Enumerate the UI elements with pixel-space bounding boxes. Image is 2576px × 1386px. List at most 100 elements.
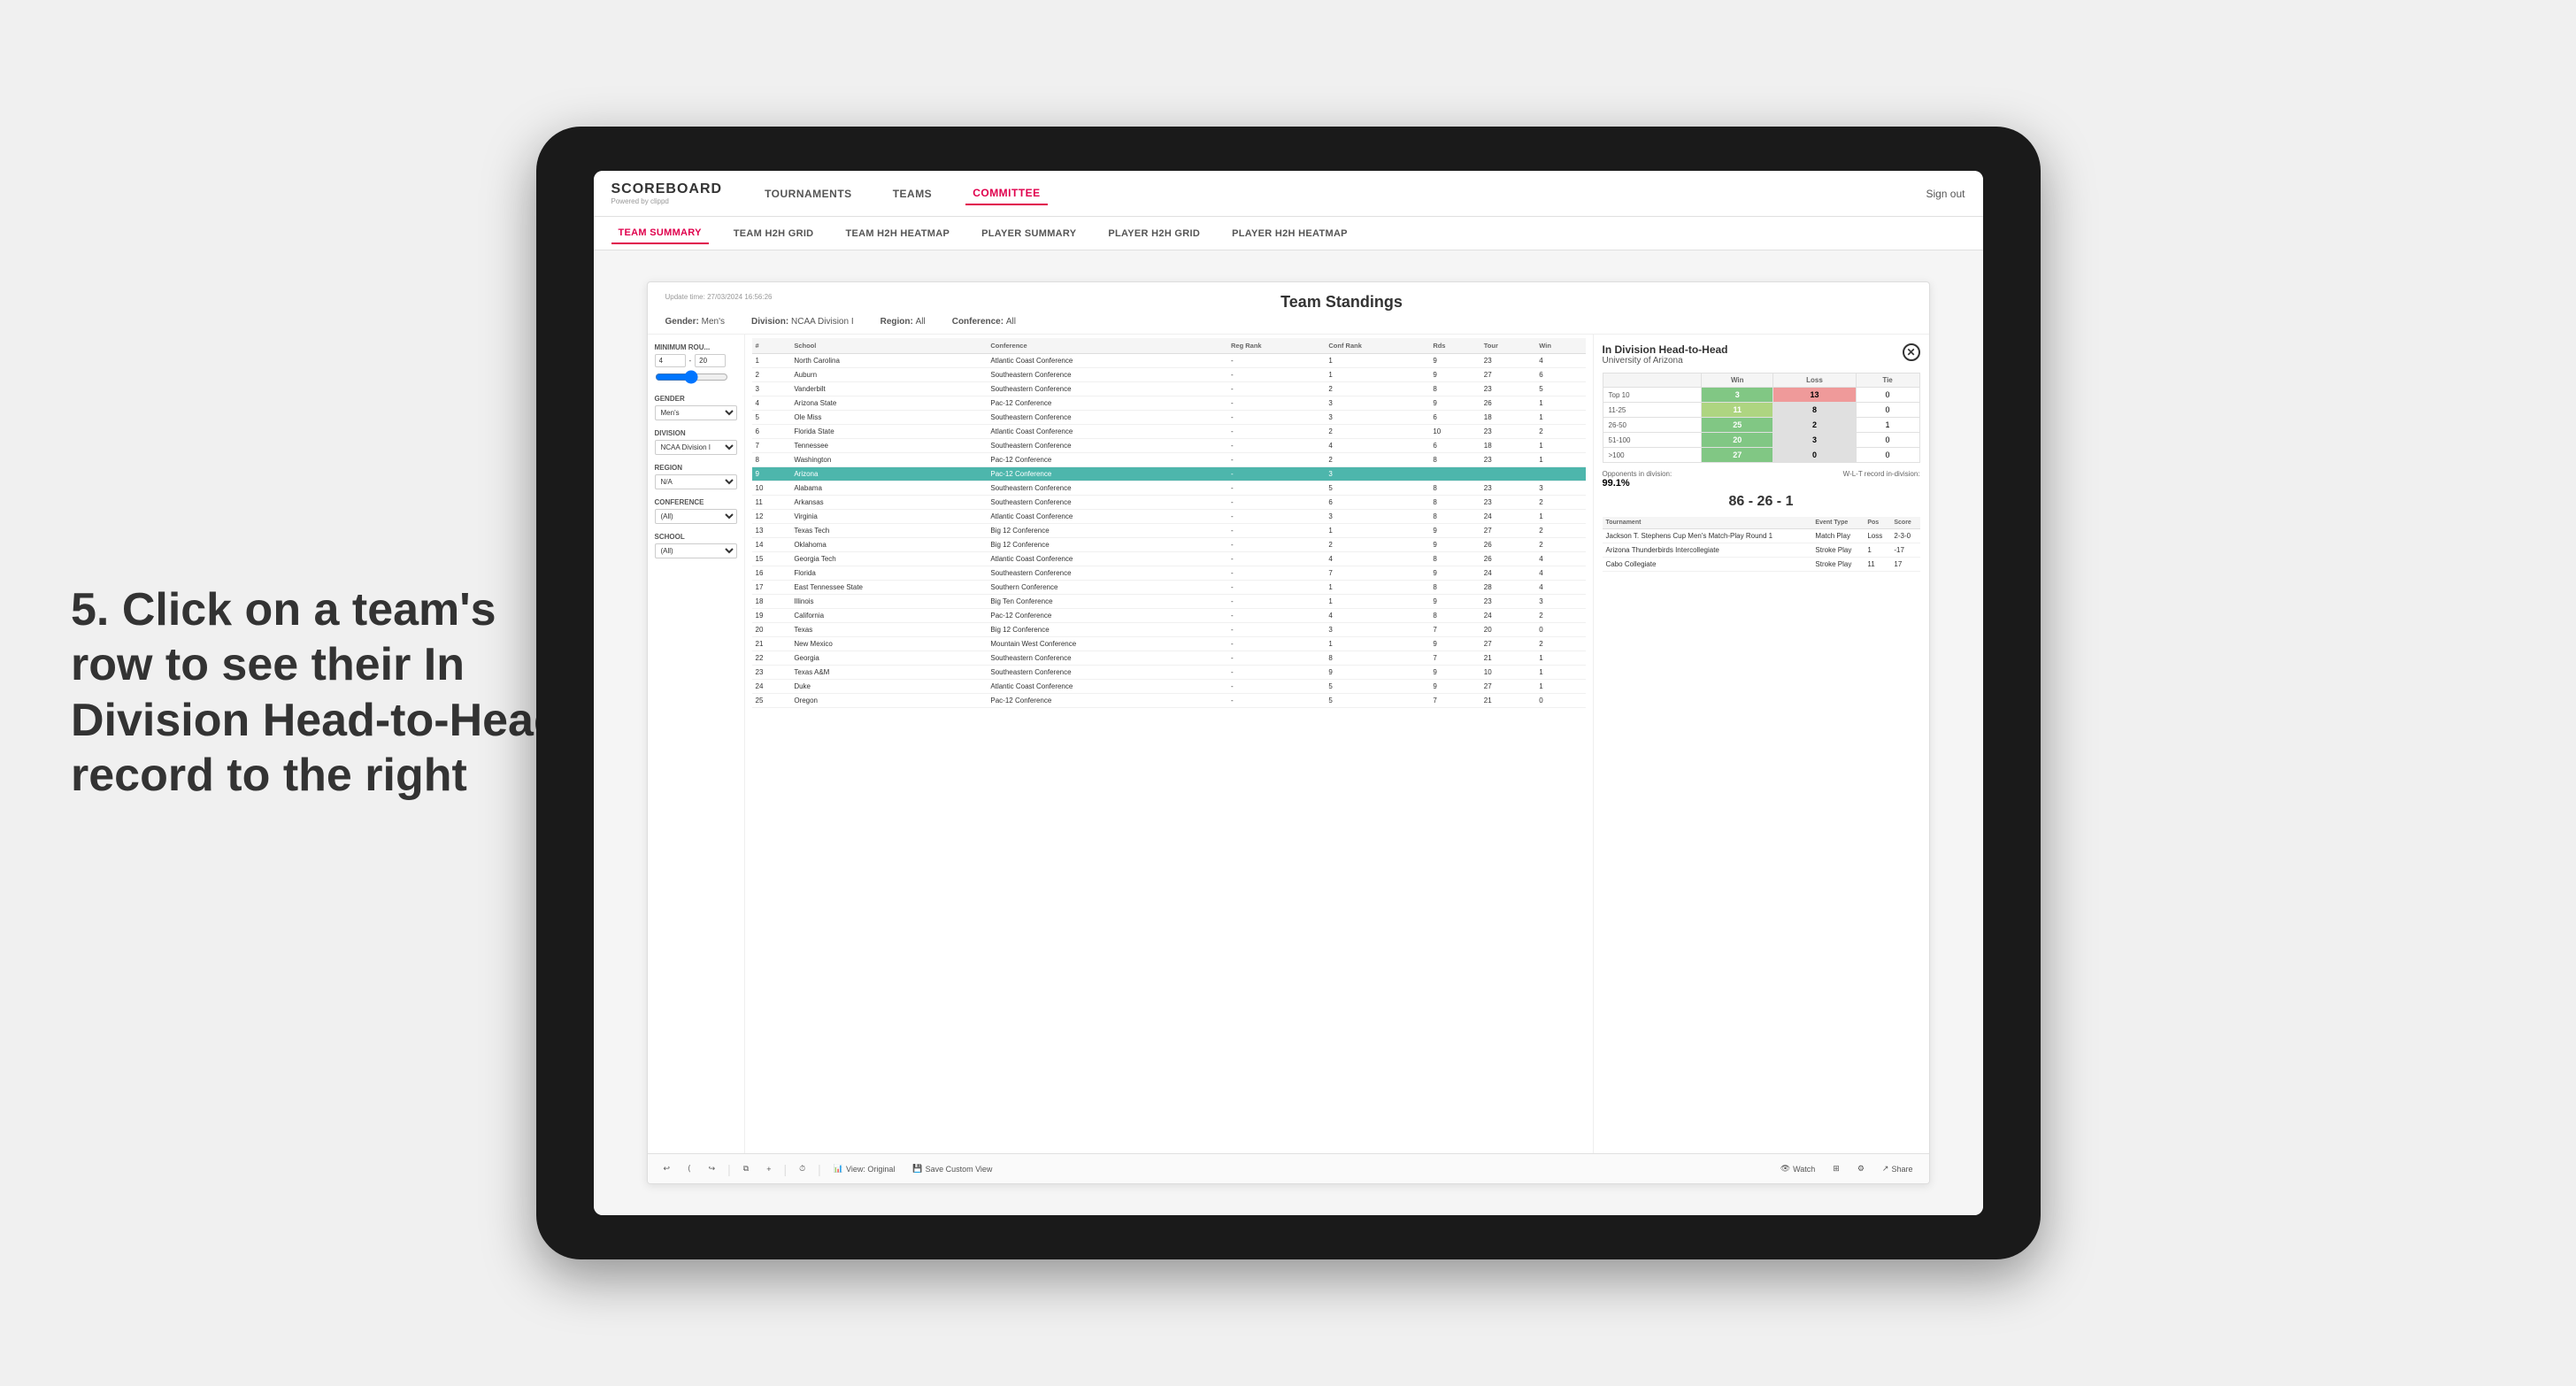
table-row[interactable]: 3 Vanderbilt Southeastern Conference - 2… [752, 382, 1586, 397]
share-button[interactable]: ↗ Share [1877, 1161, 1919, 1176]
cell-conference: Southeastern Conference [987, 496, 1227, 510]
filter-school: School (All) [655, 533, 737, 558]
cell-conf-rank: 4 [1325, 439, 1429, 453]
standings-table: # School Conference Reg Rank Conf Rank R… [752, 338, 1586, 708]
undo-button[interactable]: ↩ [658, 1161, 676, 1176]
table-row[interactable]: 8 Washington Pac-12 Conference - 2 8 23 … [752, 453, 1586, 467]
col-rds: Rds [1429, 338, 1480, 354]
table-row[interactable]: 14 Oklahoma Big 12 Conference - 2 9 26 2 [752, 538, 1586, 552]
view-original-button[interactable]: 📊 View: Original [828, 1161, 901, 1176]
cell-tour: 26 [1480, 538, 1535, 552]
table-row[interactable]: 24 Duke Atlantic Coast Conference - 5 9 … [752, 680, 1586, 694]
filter-max-input[interactable] [695, 354, 726, 367]
cell-tour: 27 [1480, 368, 1535, 382]
step-back-button[interactable]: ⟨ [682, 1161, 696, 1176]
h2h-col-tie: Tie [1856, 373, 1919, 388]
sign-out-button[interactable]: Sign out [1926, 188, 1965, 200]
cell-win: 1 [1535, 510, 1585, 524]
tournament-section: Tournament Event Type Pos Score Jackson … [1603, 517, 1920, 572]
cell-conf-rank: 3 [1325, 397, 1429, 411]
table-row[interactable]: 5 Ole Miss Southeastern Conference - 3 6… [752, 411, 1586, 425]
bottom-toolbar: ↩ ⟨ ↪ | ⧉ + | ⏱ | 📊 View: Original 💾 Sav… [648, 1153, 1929, 1183]
cell-tour: 24 [1480, 566, 1535, 581]
settings-button[interactable]: ⚙ [1852, 1161, 1870, 1176]
table-row[interactable]: 9 Arizona Pac-12 Conference - 3 [752, 467, 1586, 481]
cell-reg-rank: - [1227, 397, 1325, 411]
cell-conf-rank: 6 [1325, 496, 1429, 510]
table-row[interactable]: 13 Texas Tech Big 12 Conference - 1 9 27… [752, 524, 1586, 538]
cell-rds: 9 [1429, 368, 1480, 382]
table-row[interactable]: 19 California Pac-12 Conference - 4 8 24… [752, 609, 1586, 623]
table-row[interactable]: 12 Virginia Atlantic Coast Conference - … [752, 510, 1586, 524]
cell-conf-rank: 3 [1325, 411, 1429, 425]
table-row[interactable]: 2 Auburn Southeastern Conference - 1 9 2… [752, 368, 1586, 382]
nav-tournaments[interactable]: TOURNAMENTS [757, 183, 859, 204]
table-row[interactable]: 25 Oregon Pac-12 Conference - 5 7 21 0 [752, 694, 1586, 708]
cell-rank: 8 [752, 453, 791, 467]
table-row[interactable]: 11 Arkansas Southeastern Conference - 6 … [752, 496, 1586, 510]
cell-rank: 7 [752, 439, 791, 453]
table-row[interactable]: 6 Florida State Atlantic Coast Conferenc… [752, 425, 1586, 439]
cell-tour: 21 [1480, 651, 1535, 666]
save-custom-button[interactable]: 💾 Save Custom View [907, 1161, 997, 1176]
cell-conf-rank: 3 [1325, 467, 1429, 481]
copy-button[interactable]: ⧉ [738, 1161, 754, 1176]
cell-win: 2 [1535, 637, 1585, 651]
filter-region-select[interactable]: N/A All [655, 474, 737, 489]
cell-win: 2 [1535, 538, 1585, 552]
cell-conference: Big 12 Conference [987, 538, 1227, 552]
add-button[interactable]: + [761, 1162, 776, 1176]
h2h-cell-win: 3 [1702, 388, 1773, 403]
subnav-player-h2h-grid[interactable]: PLAYER H2H GRID [1101, 224, 1207, 243]
cell-win: 0 [1535, 694, 1585, 708]
table-row[interactable]: 4 Arizona State Pac-12 Conference - 3 9 … [752, 397, 1586, 411]
subnav-team-h2h-heatmap[interactable]: TEAM H2H HEATMAP [838, 224, 957, 243]
cell-rds: 7 [1429, 651, 1480, 666]
h2h-cell-tie: 0 [1856, 388, 1919, 403]
filter-min-input[interactable] [655, 354, 686, 367]
table-row[interactable]: 21 New Mexico Mountain West Conference -… [752, 637, 1586, 651]
cell-tour: 26 [1480, 397, 1535, 411]
subnav-player-h2h-heatmap[interactable]: PLAYER H2H HEATMAP [1225, 224, 1355, 243]
cell-rds: 9 [1429, 666, 1480, 680]
cell-conference: Southeastern Conference [987, 666, 1227, 680]
redo-button[interactable]: ↪ [704, 1161, 721, 1176]
cell-reg-rank: - [1227, 623, 1325, 637]
subnav-team-summary[interactable]: TEAM SUMMARY [611, 223, 709, 244]
filter-conference-select[interactable]: (All) [655, 509, 737, 524]
cell-conference: Pac-12 Conference [987, 694, 1227, 708]
cell-win: 3 [1535, 595, 1585, 609]
h2h-close-button[interactable]: ✕ [1903, 343, 1920, 361]
subnav-player-summary[interactable]: PLAYER SUMMARY [974, 224, 1083, 243]
cell-rank: 4 [752, 397, 791, 411]
table-row[interactable]: 16 Florida Southeastern Conference - 7 9… [752, 566, 1586, 581]
col-conf-rank: Conf Rank [1325, 338, 1429, 354]
table-row[interactable]: 17 East Tennessee State Southern Confere… [752, 581, 1586, 595]
cell-conference: Big Ten Conference [987, 595, 1227, 609]
table-row[interactable]: 22 Georgia Southeastern Conference - 8 7… [752, 651, 1586, 666]
cell-rank: 22 [752, 651, 791, 666]
table-row[interactable]: 1 North Carolina Atlantic Coast Conferen… [752, 354, 1586, 368]
table-row[interactable]: 18 Illinois Big Ten Conference - 1 9 23 … [752, 595, 1586, 609]
table-row[interactable]: 20 Texas Big 12 Conference - 3 7 20 0 [752, 623, 1586, 637]
filter-school-select[interactable]: (All) [655, 543, 737, 558]
table-row[interactable]: 23 Texas A&M Southeastern Conference - 9… [752, 666, 1586, 680]
cell-tour: 27 [1480, 637, 1535, 651]
logo-area: SCOREBOARD Powered by clippd [611, 181, 723, 205]
filter-division-select[interactable]: NCAA Division I NCAA Division II NCAA Di… [655, 440, 737, 455]
nav-committee[interactable]: COMMITTEE [965, 182, 1048, 205]
table-row[interactable]: 7 Tennessee Southeastern Conference - 4 … [752, 439, 1586, 453]
cell-tour: 10 [1480, 666, 1535, 680]
cell-rank: 13 [752, 524, 791, 538]
tablet-device: SCOREBOARD Powered by clippd TOURNAMENTS… [536, 127, 2041, 1259]
layout-button[interactable]: ⊞ [1827, 1161, 1845, 1176]
filter-range-slider[interactable] [655, 370, 729, 384]
nav-teams[interactable]: TEAMS [886, 183, 940, 204]
table-row[interactable]: 10 Alabama Southeastern Conference - 5 8… [752, 481, 1586, 496]
subnav-team-h2h-grid[interactable]: TEAM H2H GRID [727, 224, 821, 243]
cell-reg-rank: - [1227, 368, 1325, 382]
table-row[interactable]: 15 Georgia Tech Atlantic Coast Conferenc… [752, 552, 1586, 566]
filter-gender-select[interactable]: Men's Women's [655, 405, 737, 420]
watch-button[interactable]: 👁 Watch [1775, 1161, 1821, 1176]
h2h-cell-win: 25 [1702, 418, 1773, 433]
